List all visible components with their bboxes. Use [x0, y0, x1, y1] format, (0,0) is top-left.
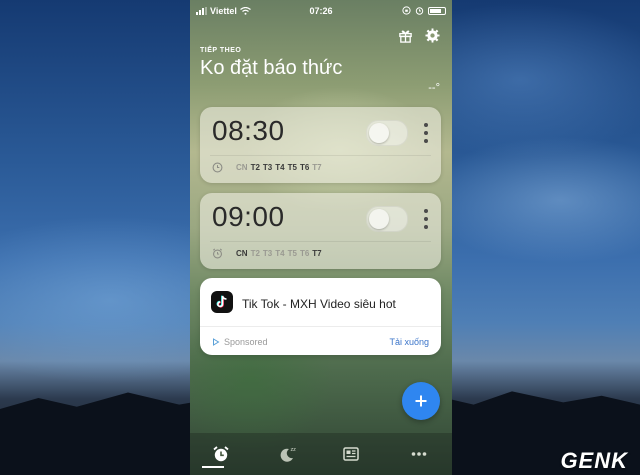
repeat-days: CN T2 T3 T4 T5 T6 T7 [212, 162, 322, 173]
wifi-icon [239, 7, 251, 15]
tab-alarm[interactable] [206, 443, 236, 465]
ad-divider [200, 326, 441, 327]
day-label: T4 [275, 163, 285, 172]
repeat-days: CN T2 T3 T4 T5 T6 T7 [212, 248, 322, 259]
gift-icon[interactable] [398, 28, 413, 43]
alarm-toggle[interactable] [366, 206, 408, 232]
svg-text:zz: zz [291, 447, 297, 453]
battery-icon [428, 6, 446, 15]
top-actions [398, 28, 440, 43]
day-label: T4 [275, 249, 285, 258]
news-icon [343, 447, 359, 461]
signal-icon [196, 7, 207, 15]
day-label: T5 [287, 249, 297, 258]
day-label: T2 [250, 249, 260, 258]
card-divider [210, 155, 431, 156]
day-label: T5 [287, 163, 297, 172]
next-alarm-label: TIẾP THEO [200, 47, 242, 54]
tab-news[interactable] [336, 443, 366, 465]
status-left: Viettel [196, 6, 251, 16]
more-options-icon[interactable] [424, 123, 428, 143]
alarm-icon [213, 446, 229, 462]
status-time: 07:26 [309, 6, 333, 16]
alarm-time: 09:00 [212, 201, 285, 232]
sponsored-text: Sponsored [224, 337, 268, 347]
alarm-card[interactable]: 08:30 CN T2 T3 T4 T5 T6 T7 [200, 107, 441, 183]
ad-title: Tik Tok - MXH Video siêu hot [242, 297, 396, 311]
tab-sleep[interactable]: zz [272, 443, 302, 465]
day-label: T2 [250, 163, 260, 172]
next-alarm-title: Ko đặt báo thức [200, 57, 343, 79]
clock-icon [212, 162, 223, 173]
active-tab-indicator [202, 466, 224, 468]
status-right [402, 6, 446, 15]
add-alarm-button[interactable] [402, 382, 440, 420]
status-bar: Viettel 07:26 [196, 6, 446, 20]
plus-icon [415, 395, 427, 407]
alarm-card[interactable]: 09:00 CN T2 T3 T4 T5 T6 T7 [200, 193, 441, 269]
more-icon [411, 452, 427, 456]
temperature-readout: --° [428, 82, 440, 94]
day-label: T6 [299, 249, 310, 258]
day-label: CN [236, 249, 248, 258]
day-label: CN [236, 163, 248, 172]
sleep-icon: zz [280, 447, 297, 462]
tiktok-logo-icon [211, 291, 233, 313]
phone-screen: Viettel 07:26 TIẾP THEO Ko đặt báo thức … [190, 0, 452, 475]
alarm-toggle[interactable] [366, 120, 408, 146]
day-label: T7 [312, 249, 322, 258]
card-divider [210, 241, 431, 242]
day-label: T6 [299, 163, 310, 172]
more-options-icon[interactable] [424, 209, 428, 229]
download-button[interactable]: Tải xuống [389, 337, 429, 347]
day-label: T3 [262, 163, 273, 172]
orientation-lock-icon [402, 6, 411, 15]
alarm-status-icon [415, 7, 424, 15]
genk-watermark-logo: GENK [560, 448, 628, 473]
settings-gear-icon[interactable] [425, 28, 440, 43]
carrier-label: Viettel [210, 6, 237, 16]
ad-choices-icon [213, 338, 220, 346]
tab-more[interactable] [404, 443, 434, 465]
sponsored-ad-card[interactable]: Tik Tok - MXH Video siêu hot Sponsored T… [200, 278, 441, 355]
sponsored-label: Sponsored [212, 337, 268, 347]
alarm-clock-icon [212, 248, 223, 259]
alarm-time: 08:30 [212, 115, 285, 146]
day-label: T3 [262, 249, 273, 258]
bottom-tab-bar: zz [190, 433, 452, 475]
day-label: T7 [312, 163, 322, 172]
